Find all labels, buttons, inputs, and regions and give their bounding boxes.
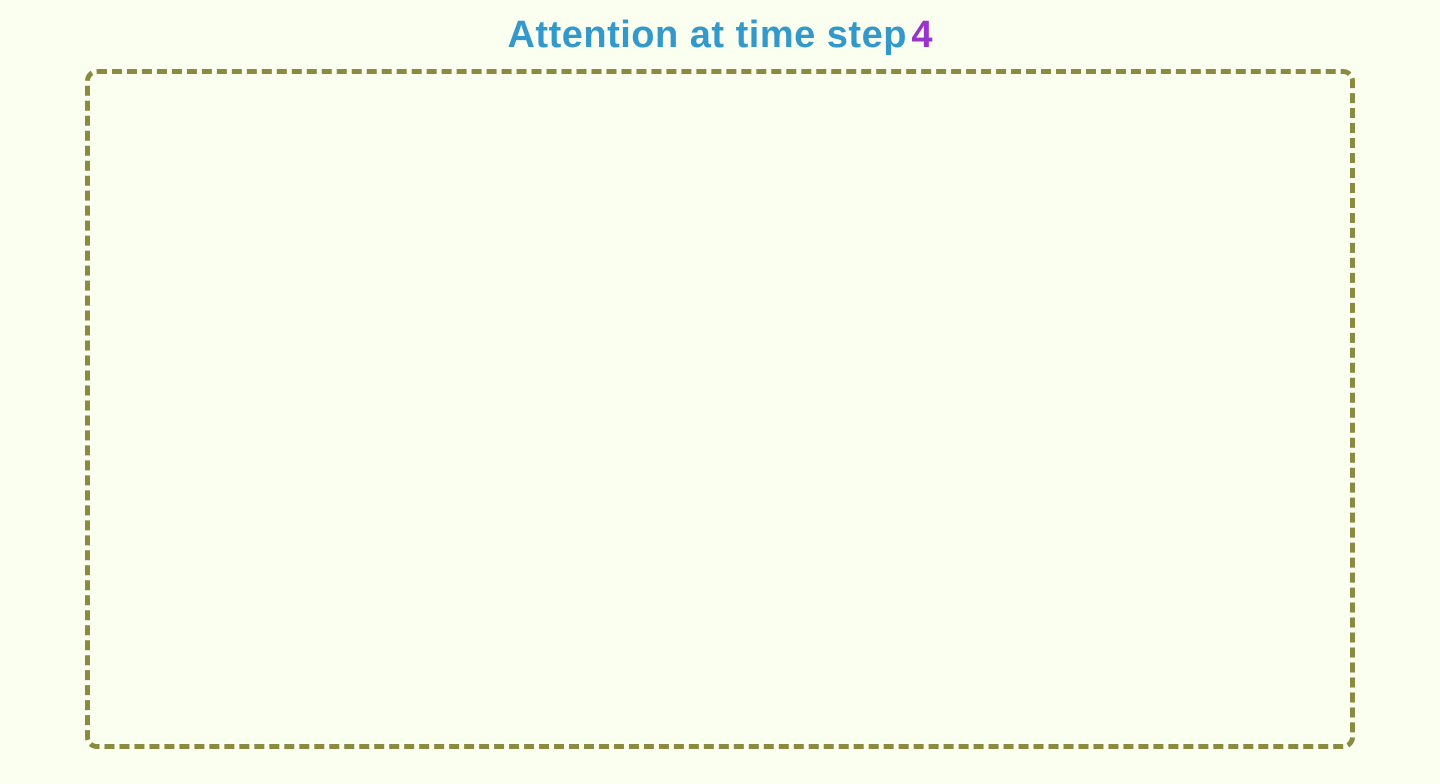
title-container: Attention at time step 4 — [507, 14, 932, 57]
attention-visualization-box — [85, 69, 1355, 749]
title-prefix: Attention at time step — [507, 14, 906, 56]
title-timestep: 4 — [911, 14, 932, 56]
page-container: Attention at time step 4 — [0, 0, 1440, 784]
